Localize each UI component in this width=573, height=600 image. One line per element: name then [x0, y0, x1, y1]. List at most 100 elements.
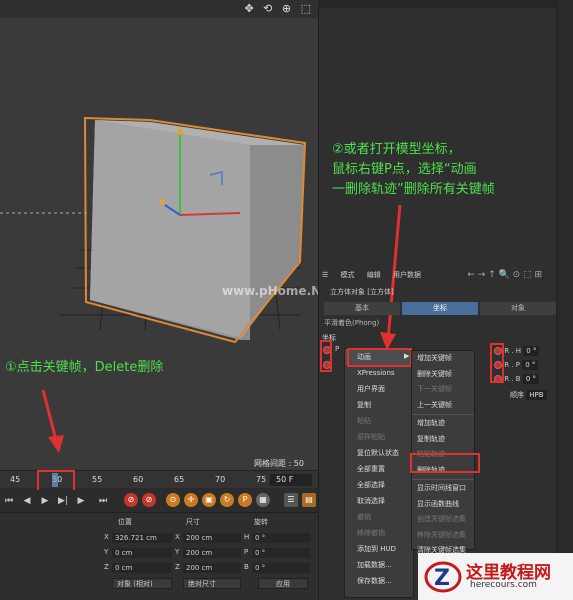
cm-size-z[interactable]: 200 cm [183, 563, 241, 573]
ctx-item-select-all[interactable]: 全部选择 [345, 477, 413, 493]
cm-axis-label: Y [175, 548, 180, 556]
cm-mode-select[interactable]: 对象 (相对) [112, 578, 172, 589]
cm-axis-label: P [244, 548, 249, 556]
tab-basic[interactable]: 基本 [324, 302, 400, 315]
order-select[interactable]: HPB [526, 390, 547, 400]
site-logo-url: herecours.com [470, 580, 537, 590]
ctx-item-xpressions[interactable]: XPressions [345, 365, 413, 381]
goto-end-icon[interactable]: ⏭ [96, 495, 110, 508]
gizmo-y-handle [177, 129, 183, 135]
ctx-item-save-data[interactable]: 保存数据... [345, 573, 413, 589]
play-icon[interactable]: ▶ [38, 495, 52, 508]
rot-p-field[interactable]: 0 ° [522, 360, 539, 370]
rot-h-label: R . H [504, 347, 522, 355]
watermark: www.pHome.NET [222, 284, 318, 298]
sub-item-add-track[interactable]: 增加轨迹 [412, 416, 474, 432]
record-icon[interactable]: ⊘ [124, 493, 138, 507]
ctx-item-undo[interactable]: 撤销 [345, 509, 413, 525]
annotation-step2: ②或者打开模型坐标， 鼠标右键P点，选择“动画 一删除轨迹”删除所有关键帧 [332, 140, 562, 200]
autokey-icon[interactable]: ⊘ [142, 493, 156, 507]
cube-front-face [90, 120, 250, 340]
cm-size-y[interactable]: 200 cm [183, 548, 241, 558]
sub-item-remove-key-selection[interactable]: 移除关键帧选集 [412, 528, 474, 544]
sub-item-create-key-selection[interactable]: 创建关键帧选集 [412, 512, 474, 528]
site-logo-icon: Z [424, 561, 462, 593]
cm-axis-label: Z [104, 563, 109, 571]
position-key-icon[interactable]: ✛ [184, 493, 198, 507]
sub-item-show-timeline[interactable]: 显示时间线窗口 [412, 481, 474, 497]
tab-object[interactable]: 对象 [480, 302, 556, 315]
prev-key-icon[interactable]: ◀ [20, 495, 34, 508]
annotation-step2-line3: 一删除轨迹”删除所有关键帧 [332, 182, 495, 197]
right-side-tabs [556, 0, 573, 600]
gizmo-z-handle [159, 199, 165, 205]
playback-menu-icon[interactable]: ☰ [284, 493, 298, 507]
sub-item-copy-track[interactable]: 复制轨迹 [412, 432, 474, 448]
ctx-item-load-data[interactable]: 加载数据... [345, 557, 413, 573]
cm-pos-y[interactable]: 0 cm [112, 548, 172, 558]
phong-tag[interactable]: 平滑着色(Phong) [324, 318, 379, 328]
highlight-delete-track [410, 453, 480, 473]
ctx-item-reset-all[interactable]: 全部重置 [345, 461, 413, 477]
ctx-item-add-to-hud[interactable]: 添加到 HUD [345, 541, 413, 557]
ctx-item-remove-undo[interactable]: 移除撤销 [345, 525, 413, 541]
current-frame-field[interactable]: 50 F [270, 474, 312, 486]
pla-key-icon[interactable]: ▦ [256, 493, 270, 507]
tick-label: 75 [256, 475, 267, 484]
annotation-step2-line1: ②或者打开模型坐标， [332, 142, 461, 157]
ctx-item-paste-as-is[interactable]: 原样粘贴 [345, 429, 413, 445]
svg-text:Z: Z [434, 566, 450, 591]
tab-coord[interactable]: 坐标 [402, 302, 478, 315]
attr-menu-icon[interactable]: ☰ [322, 271, 328, 279]
order-row: 顺序 HPB [510, 390, 547, 400]
sub-item-prev-key[interactable]: 上一关键帧 [412, 398, 474, 414]
attr-menu-mode[interactable]: 模式 [341, 271, 355, 279]
rot-h-field[interactable]: 0 ° [523, 346, 540, 356]
ctx-item-copy[interactable]: 复制 [345, 397, 413, 413]
cm-axis-label: X [175, 533, 180, 541]
cm-size-mode-select[interactable]: 绝对尺寸 [183, 578, 241, 589]
cm-pos-z[interactable]: 0 cm [112, 563, 172, 573]
sub-item-delete-key[interactable]: 删除关键帧 [412, 367, 474, 383]
sub-item-next-key[interactable]: 下一关键帧 [412, 382, 474, 398]
highlight-rot-dots [490, 343, 504, 383]
cm-rot-b[interactable]: 0 ° [252, 563, 310, 573]
keyframe-selection-icon[interactable]: ⊙ [166, 493, 180, 507]
attr-menu-edit[interactable]: 编辑 [367, 271, 381, 279]
cm-apply-button[interactable]: 应用 [258, 578, 308, 589]
attr-menubar: ☰ 模式 编辑 用户数据 ← → ↑ 🔍 ⊙ ⬚ ⊞ [322, 270, 556, 282]
animation-submenu: 增加关键帧 删除关键帧 下一关键帧 上一关键帧 增加轨迹 复制轨迹 粘贴轨迹 删… [411, 350, 475, 554]
object-manager-strip [318, 0, 573, 8]
ctx-item-deselect[interactable]: 取消选择 [345, 493, 413, 509]
next-key-icon[interactable]: ▶| [56, 495, 70, 508]
next-frame-icon[interactable]: ▶ [74, 495, 88, 508]
attr-menu-userdata[interactable]: 用户数据 [393, 271, 421, 279]
highlight-p-dots [320, 340, 332, 372]
ctx-item-reset-default[interactable]: 复位默认状态 [345, 445, 413, 461]
cm-axis-label: H [244, 533, 250, 541]
attr-nav-icons[interactable]: ← → ↑ 🔍 ⊙ ⬚ ⊞ [467, 270, 542, 280]
cm-axis-label: B [244, 563, 249, 571]
grid-spacing-label: 网格间距 : 50 cm [254, 459, 304, 470]
cm-pos-x[interactable]: 326.721 cm [112, 533, 172, 543]
coord-p-label: P [335, 345, 340, 353]
cm-rot-h[interactable]: 0 ° [252, 533, 310, 543]
rot-b-label: R . B [504, 375, 521, 383]
tick-label: 70 [215, 475, 226, 484]
goto-start-icon[interactable]: ⏮ [2, 495, 16, 508]
rotation-key-icon[interactable]: ↻ [220, 493, 234, 507]
cm-rot-p[interactable]: 0 ° [252, 548, 310, 558]
sub-item-add-key[interactable]: 增加关键帧 [412, 351, 474, 367]
cm-size-x[interactable]: 200 cm [183, 533, 241, 543]
ctx-item-paste[interactable]: 粘贴 [345, 413, 413, 429]
param-key-icon[interactable]: P [238, 493, 252, 507]
attr-tabs: 基本 坐标 对象 [324, 302, 556, 315]
film-icon[interactable]: ▤ [302, 493, 316, 507]
sub-item-show-fcurve[interactable]: 显示函数曲线 [412, 497, 474, 513]
scale-key-icon[interactable]: ▣ [202, 493, 216, 507]
order-label: 顺序 [510, 391, 524, 399]
annotation-step2-line2: 鼠标右键P点，选择“动画 [332, 162, 477, 177]
rot-p-label: R . P [504, 361, 520, 369]
ctx-item-user-interface[interactable]: 用户界面 [345, 381, 413, 397]
rot-b-field[interactable]: 0 ° [522, 374, 539, 384]
